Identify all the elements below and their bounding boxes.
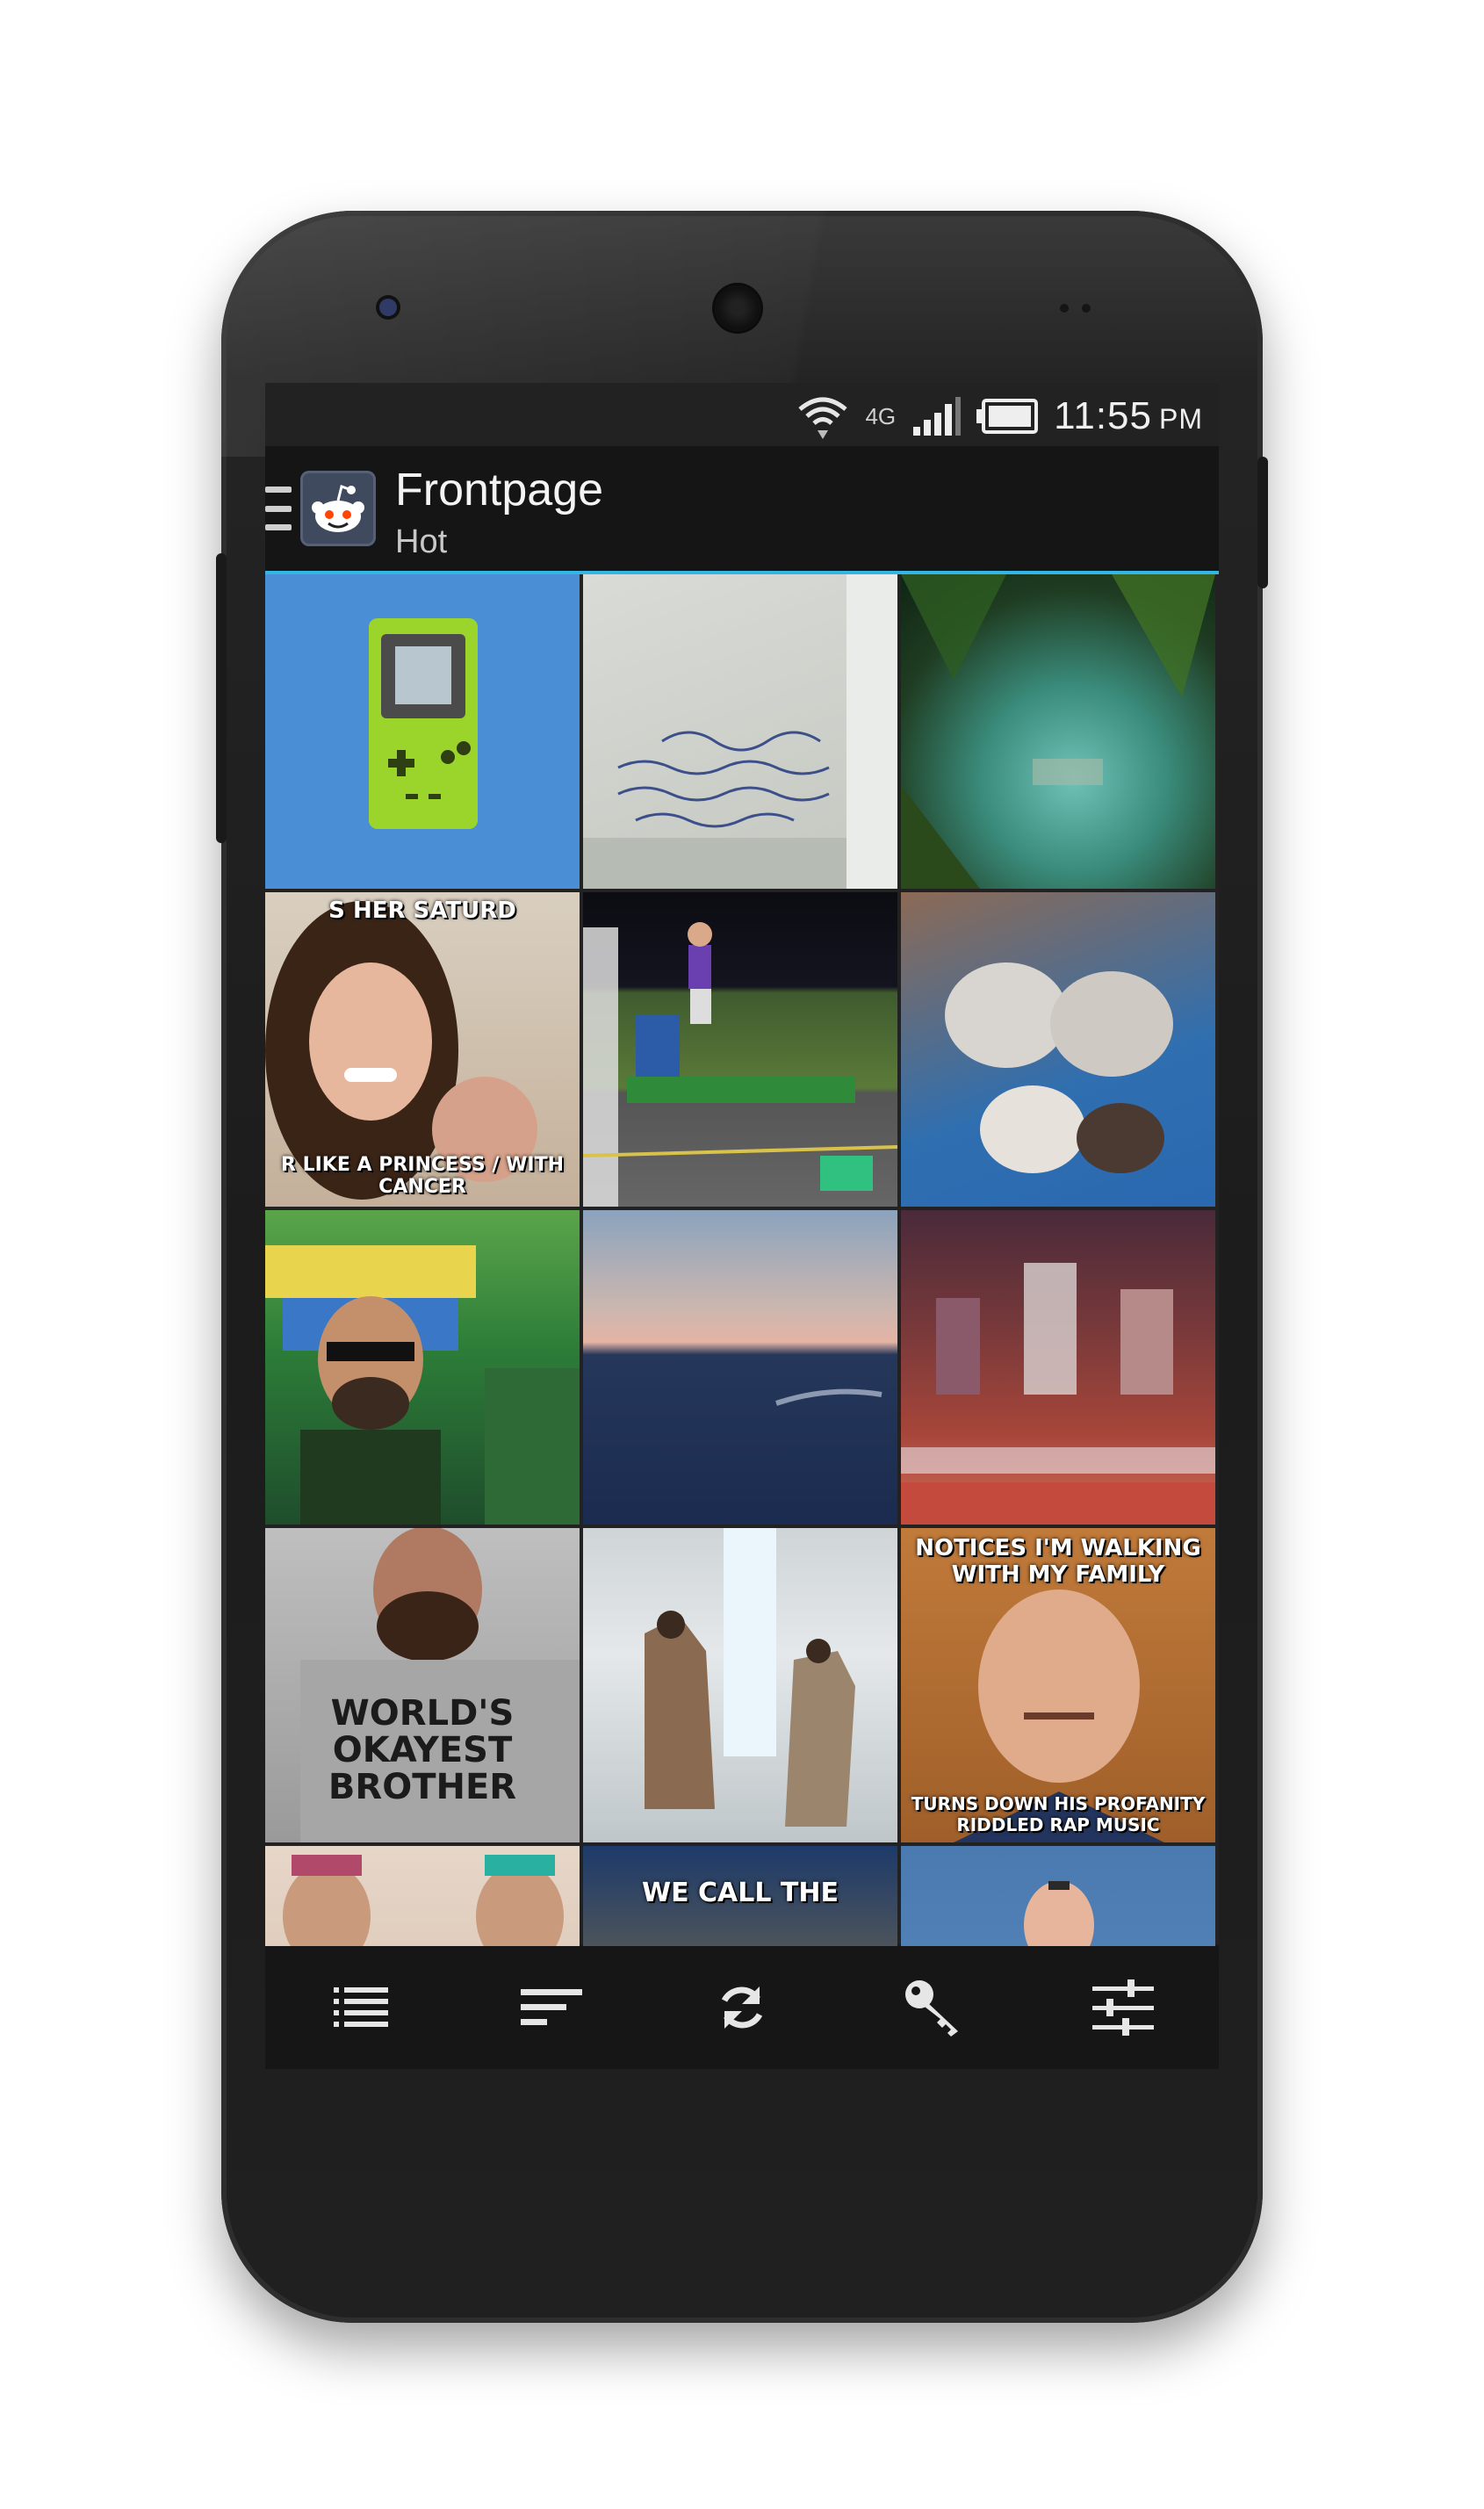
thumbnail-tile[interactable]	[583, 574, 897, 889]
page-title: Frontpage	[395, 465, 604, 515]
clock-time: 11:55	[1054, 394, 1152, 437]
sort-icon	[520, 1989, 582, 2025]
ice-cave-image	[645, 1528, 855, 1827]
thumbnail-tile[interactable]	[901, 1210, 1215, 1525]
action-bar: Frontpage Hot	[265, 446, 1219, 574]
man-sunglasses-image	[265, 1245, 580, 1525]
golf-range-image	[583, 922, 897, 1207]
thumbnail-tile[interactable]	[901, 892, 1215, 1207]
battery-icon	[976, 399, 1039, 434]
refresh-button[interactable]	[689, 1955, 795, 2060]
thumbnail-tile[interactable]	[583, 1528, 897, 1842]
meme-caption-bottom: R LIKE A PRINCESS / WITH CANCER	[281, 1154, 564, 1198]
login-key-button[interactable]	[880, 1955, 985, 2060]
meme-caption-top: WE CALL THE	[641, 1878, 839, 1908]
settings-sliders-icon	[1092, 1979, 1155, 2036]
front-camera	[379, 299, 397, 316]
proximity-sensor	[1060, 304, 1069, 313]
thumbnail-tile[interactable]	[583, 1210, 897, 1525]
gameboy-image	[369, 618, 478, 829]
light-sensor	[1082, 304, 1091, 313]
reddit-alien-logo[interactable]	[300, 471, 376, 546]
thumbnail-tile[interactable]: S HER SATURD R LIKE A PRINCESS / WITH CA…	[265, 892, 580, 1207]
clock-ampm: PM	[1159, 403, 1203, 435]
thumbnail-grid: S HER SATURD R LIKE A PRINCESS / WITH CA…	[265, 574, 1219, 2069]
kittens-image	[945, 963, 1173, 1173]
volume-button[interactable]	[216, 553, 227, 843]
network-type: 4G	[865, 402, 897, 429]
arena-crowd-image	[901, 1263, 1215, 1525]
refresh-icon	[721, 1986, 763, 2029]
page-subtitle: Hot	[395, 523, 448, 560]
status-indicators: 4G 11:55 PM	[796, 390, 1203, 443]
bottom-toolbar	[265, 1946, 1219, 2069]
status-clock: 11:55 PM	[1054, 394, 1203, 438]
meme-caption-top: NOTICES I'M WALKING WITH MY FAMILY	[915, 1535, 1201, 1588]
thumbnail-tile[interactable]	[583, 892, 897, 1207]
jungle-pool-image	[901, 574, 1215, 889]
wifi-icon	[798, 397, 848, 439]
ocean-sunset-image	[775, 1388, 882, 1406]
phone-screen: 4G 11:55 PM Frontpage Hot S HER SATURD R…	[265, 383, 1219, 2069]
key-icon	[905, 1980, 959, 2037]
sort-button[interactable]	[499, 1955, 604, 2060]
thumbnail-tile[interactable]: WORLD'S OKAYEST BROTHER	[265, 1528, 580, 1842]
settings-button[interactable]	[1070, 1955, 1176, 2060]
meme-caption-bottom: TURNS DOWN HIS PROFANITY RIDDLED RAP MUS…	[911, 1793, 1206, 1835]
thumbnail-tile[interactable]: NOTICES I'M WALKING WITH MY FAMILY TURNS…	[901, 1528, 1215, 1842]
power-button[interactable]	[1257, 457, 1268, 588]
thumbnail-tile[interactable]	[901, 574, 1215, 889]
meme-caption-top: S HER SATURD	[328, 898, 516, 924]
earpiece-speaker	[715, 285, 760, 331]
thumbnail-tile[interactable]	[265, 1210, 580, 1525]
thumbnail-tile[interactable]	[265, 574, 580, 889]
list-view-button[interactable]	[308, 1955, 414, 2060]
drawer-menu-icon[interactable]	[265, 487, 292, 530]
list-icon	[333, 1987, 388, 2027]
status-bar: 4G 11:55 PM	[265, 383, 1219, 446]
whiteboard-image	[583, 574, 897, 889]
signal-strength-icon	[913, 397, 962, 436]
tshirt-text: WORLD'S OKAYEST BROTHER	[328, 1693, 517, 1807]
